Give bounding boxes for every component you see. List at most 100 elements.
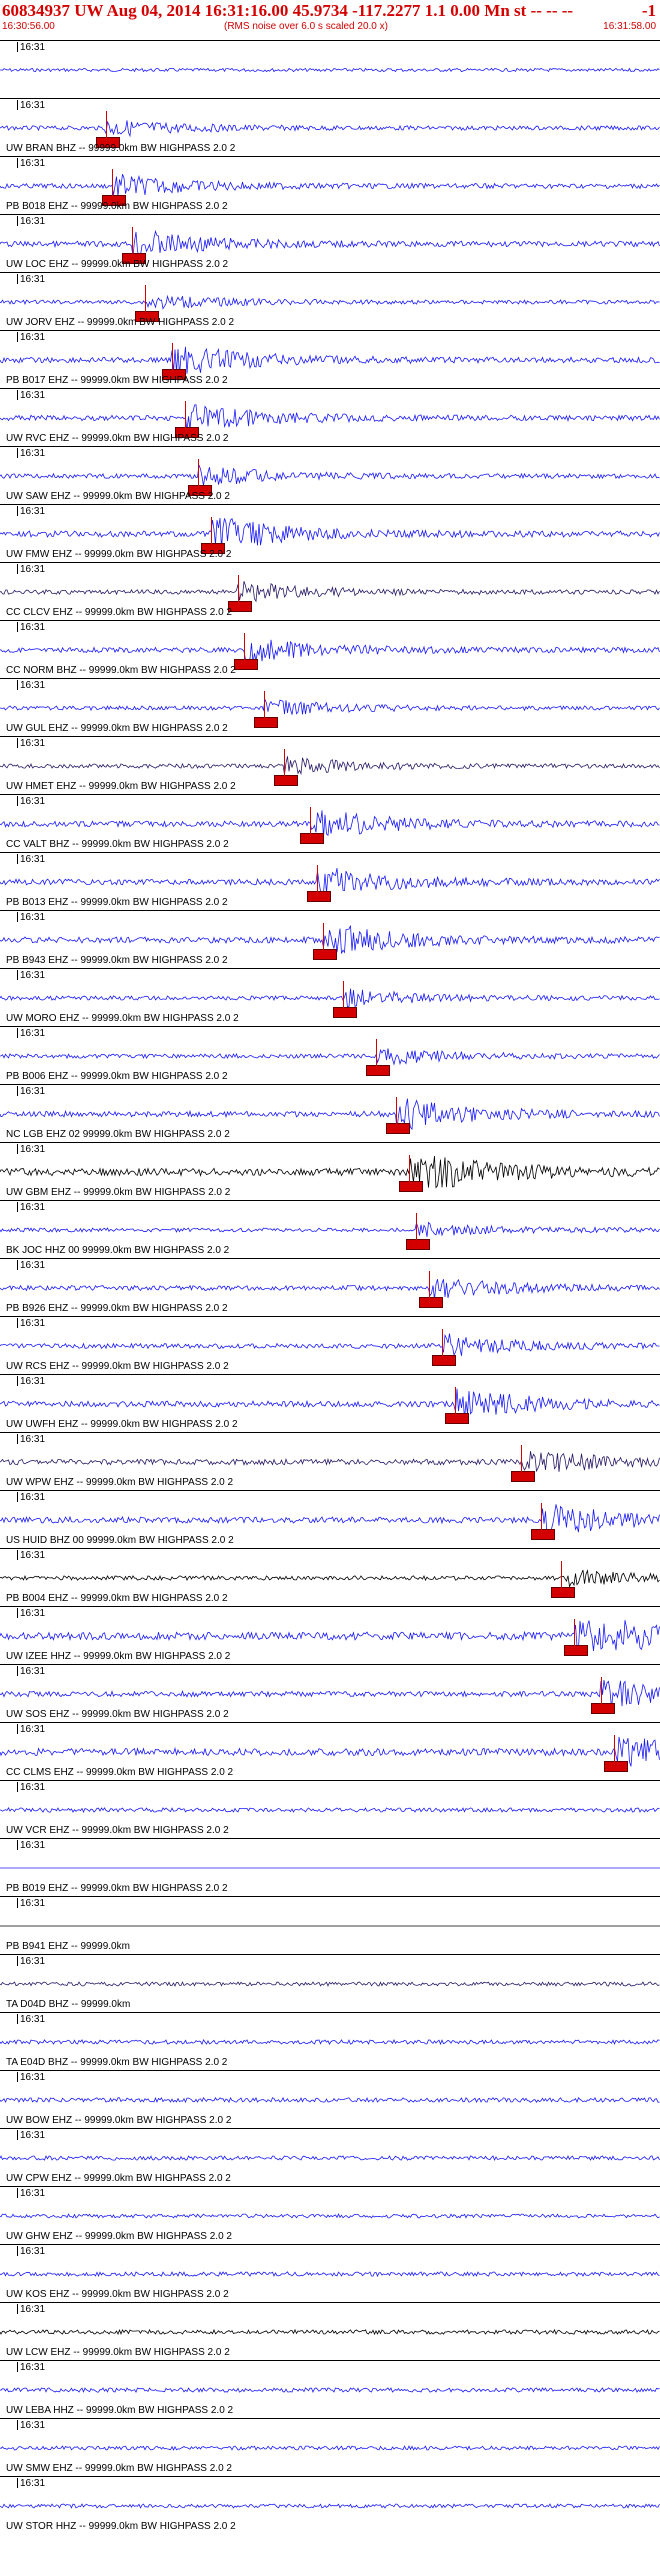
trace-row: 16:31 PB B019 EHZ -- 99999.0km BW HIGHPAS… xyxy=(0,1838,660,1896)
phase-pick-marker[interactable] xyxy=(366,1065,391,1076)
waveform-line xyxy=(0,1504,660,1537)
phase-pick-marker[interactable] xyxy=(386,1123,410,1134)
waveform xyxy=(0,2503,660,2509)
channel-label: PB B943 EHZ -- 99999.0km BW HIGHPASS 2.0… xyxy=(6,955,228,966)
header: 60834937 UW Aug 04, 2014 16:31:16.00 45.… xyxy=(0,0,660,40)
channel-label: UW IZEE HHZ -- 99999.0km BW HIGHPASS 2.0… xyxy=(6,1651,231,1662)
trace-row: 16:31 UW KOS EHZ -- 99999.0km BW HIGHPASS… xyxy=(0,2244,660,2302)
trace-row: 16:31 PB B006 EHZ -- 99999.0km BW HIGHPAS… xyxy=(0,1026,660,1084)
phase-pick-marker[interactable] xyxy=(405,1239,430,1250)
trace-row: 16:31 TA D04D BHZ -- 99999.0km xyxy=(0,1954,660,2012)
phase-pick-marker[interactable] xyxy=(300,833,325,844)
phase-pick-marker[interactable] xyxy=(603,1761,628,1772)
waveform xyxy=(0,464,660,486)
time-tick-label: 16:31 xyxy=(16,796,46,807)
phase-pick-line xyxy=(132,227,133,257)
waveform xyxy=(0,1504,660,1537)
time-tick-label: 16:31 xyxy=(16,216,46,227)
channel-label: PB B926 EHZ -- 99999.0km BW HIGHPASS 2.0… xyxy=(6,1303,228,1314)
phase-pick-marker[interactable] xyxy=(333,1007,358,1018)
trace-row: 16:31 UW GHW EHZ -- 99999.0km BW HIGHPASS… xyxy=(0,2186,660,2244)
phase-pick-marker[interactable] xyxy=(511,1471,536,1482)
phase-pick-marker[interactable] xyxy=(432,1355,457,1366)
time-tick-label: 16:31 xyxy=(16,1086,46,1097)
time-tick-label: 16:31 xyxy=(16,1840,46,1851)
channel-label: CC CLMS EHZ -- 99999.0km BW HIGHPASS 2.0… xyxy=(6,1767,234,1778)
waveform-line xyxy=(0,464,660,486)
trace-row: 16:31 UW RVC EHZ -- 99999.0km BW HIGHPASS… xyxy=(0,388,660,446)
time-tick-label: 16:31 xyxy=(16,680,46,691)
trace-row: 16:31 PB B941 EHZ -- 99999.0km xyxy=(0,1896,660,1954)
time-tick-label: 16:31 xyxy=(16,506,46,517)
trace-row: 16:31 UW JORV EHZ -- 99999.0km BW HIGHPAS… xyxy=(0,272,660,330)
waveform-line xyxy=(0,2445,660,2451)
waveform xyxy=(0,517,660,549)
event-title: 60834937 UW Aug 04, 2014 16:31:16.00 45.… xyxy=(2,1,574,20)
channel-label: UW WPW EHZ -- 99999.0km BW HIGHPASS 2.0 … xyxy=(6,1477,234,1488)
channel-label: CC NORM BHZ -- 99999.0km BW HIGHPASS 2.0… xyxy=(6,665,236,676)
phase-pick-marker[interactable] xyxy=(419,1297,443,1308)
waveform-line xyxy=(0,1156,660,1189)
phase-pick-line xyxy=(316,865,318,895)
waveform xyxy=(0,1736,660,1767)
waveform xyxy=(0,810,660,838)
phase-pick-marker[interactable] xyxy=(273,775,298,786)
phase-pick-line xyxy=(237,575,239,605)
waveform-line xyxy=(0,1098,660,1131)
trace-row: 16:31 PB B017 EHZ -- 99999.0km BW HIGHPAS… xyxy=(0,330,660,388)
channel-label: NC LGB EHZ 02 99999.0km BW HIGHPASS 2.0 … xyxy=(6,1129,230,1140)
phase-pick-line xyxy=(561,1561,562,1591)
waveform-line xyxy=(0,868,660,895)
phase-pick-marker[interactable] xyxy=(590,1703,615,1714)
channel-label: UW SMW EHZ -- 99999.0km BW HIGHPASS 2.0 … xyxy=(6,2463,232,2474)
phase-pick-line xyxy=(145,285,147,315)
time-tick-label: 16:31 xyxy=(16,100,46,111)
trace-row: 16:31 UW CPW EHZ -- 99999.0km BW HIGHPASS… xyxy=(0,2128,660,2186)
trace-row: 16:31 UW RCS EHZ -- 99999.0km BW HIGHPASS… xyxy=(0,1316,660,1374)
waveform xyxy=(0,2155,660,2162)
waveform xyxy=(0,1221,660,1237)
time-tick-label: 16:31 xyxy=(16,390,46,401)
time-tick-label: 16:31 xyxy=(16,2420,46,2431)
phase-pick-marker[interactable] xyxy=(531,1529,556,1540)
phase-pick-marker[interactable] xyxy=(551,1587,575,1598)
waveform xyxy=(0,2096,660,2104)
waveform-line xyxy=(0,699,660,715)
waveform xyxy=(0,699,660,715)
channel-label: UW KOS EHZ -- 99999.0km BW HIGHPASS 2.0 … xyxy=(6,2289,229,2300)
channel-label: UW GBM EHZ -- 99999.0km BW HIGHPASS 2.0 … xyxy=(6,1187,231,1198)
phase-pick-line xyxy=(442,1329,444,1359)
channel-label: UW UWFH EHZ -- 99999.0km BW HIGHPASS 2.0… xyxy=(6,1419,238,1430)
waveform-line xyxy=(0,1278,660,1300)
waveform-line xyxy=(0,1981,660,1987)
waveform xyxy=(0,1451,660,1473)
waveform-line xyxy=(0,2096,660,2104)
trace-row: 16:31 CC VALT BHZ -- 99999.0km BW HIGHPAS… xyxy=(0,794,660,852)
phase-pick-marker[interactable] xyxy=(564,1645,589,1656)
waveform xyxy=(0,67,660,73)
waveform xyxy=(0,229,660,258)
waveform xyxy=(0,1680,660,1709)
waveform-line xyxy=(0,1680,660,1709)
waveform xyxy=(0,174,660,197)
phase-pick-marker[interactable] xyxy=(445,1413,470,1424)
phase-pick-line xyxy=(112,169,114,199)
phase-pick-marker[interactable] xyxy=(254,717,278,728)
trace-row: 16:31 PB B018 EHZ -- 99999.0km BW HIGHPAS… xyxy=(0,156,660,214)
time-tick-label: 16:31 xyxy=(16,564,46,575)
waveform-line xyxy=(0,2503,660,2509)
phase-pick-marker[interactable] xyxy=(306,891,331,902)
trace-row: 16:31 CC CLCV EHZ -- 99999.0km BW HIGHPAS… xyxy=(0,562,660,620)
waveform-line xyxy=(0,1333,660,1357)
channel-label: UW CPW EHZ -- 99999.0km BW HIGHPASS 2.0 … xyxy=(6,2173,231,2184)
waveform-line xyxy=(0,294,660,310)
phase-pick-marker[interactable] xyxy=(234,659,259,670)
phase-pick-marker[interactable] xyxy=(399,1181,424,1192)
phase-pick-marker[interactable] xyxy=(313,949,338,960)
waveform xyxy=(0,1867,660,1869)
time-tick-label: 16:31 xyxy=(16,274,46,285)
waveform-line xyxy=(0,810,660,838)
channel-label: CC VALT BHZ -- 99999.0km BW HIGHPASS 2.0… xyxy=(6,839,229,850)
waveform-line xyxy=(0,229,660,258)
time-tick-label: 16:31 xyxy=(16,1376,46,1387)
